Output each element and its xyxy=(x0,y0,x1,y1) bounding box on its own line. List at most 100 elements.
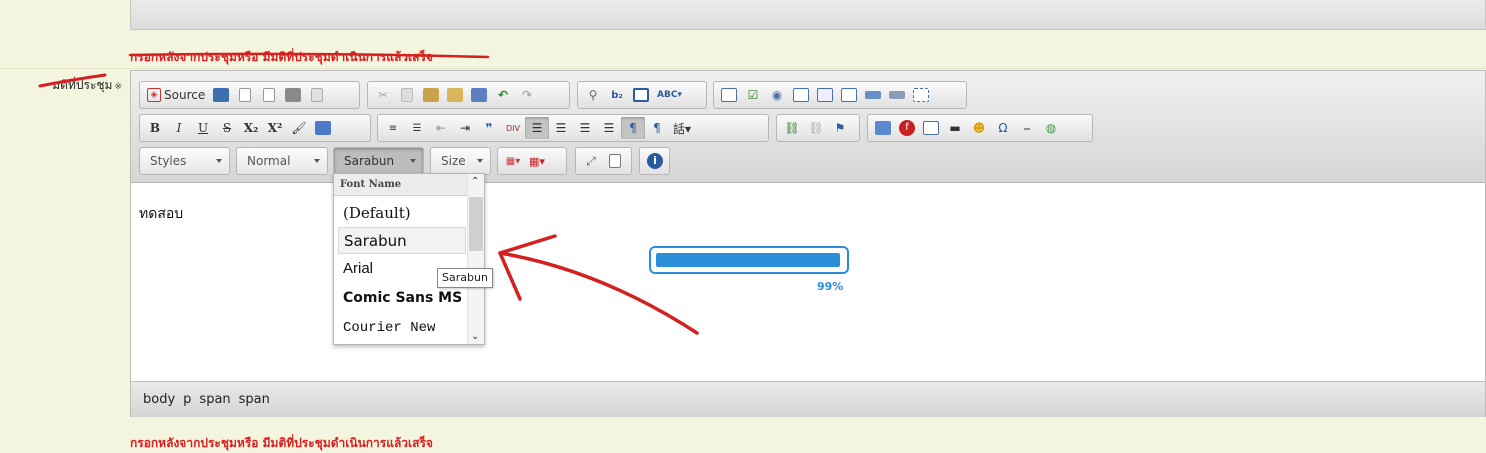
strike-button[interactable]: S xyxy=(215,117,239,139)
format-combo[interactable]: Normal xyxy=(236,147,328,175)
numbered-list-button[interactable]: ≡ xyxy=(381,117,405,139)
table-button[interactable] xyxy=(919,117,943,139)
bulleted-list-icon: ☰ xyxy=(412,122,422,134)
copy-format-button[interactable]: 🖌 xyxy=(287,117,311,139)
print-button[interactable] xyxy=(281,84,305,106)
progress-label: 99% xyxy=(817,280,844,293)
scroll-up-icon[interactable]: ⌃ xyxy=(471,176,479,187)
bg-color-button[interactable]: ▦▾ xyxy=(525,150,549,172)
anchor-button[interactable]: ⚑ xyxy=(828,117,852,139)
font-combo[interactable]: Sarabun xyxy=(333,147,424,175)
toolbar-group-tools: ⤢ xyxy=(575,147,632,175)
show-blocks-button[interactable] xyxy=(603,150,627,172)
copy-button[interactable] xyxy=(395,84,419,106)
align-center-button[interactable]: ☰ xyxy=(549,117,573,139)
about-button[interactable]: i xyxy=(643,150,667,172)
scroll-thumb[interactable] xyxy=(469,197,483,251)
select-all-button[interactable] xyxy=(629,84,653,106)
find-button[interactable]: ⚲ xyxy=(581,84,605,106)
templates-icon xyxy=(311,88,324,102)
smiley-button[interactable]: ☻ xyxy=(967,117,991,139)
element-path-item[interactable]: p xyxy=(183,392,191,407)
preview-button[interactable] xyxy=(257,84,281,106)
source-button[interactable]: ◈ Source xyxy=(143,84,209,106)
form-button-button[interactable] xyxy=(861,84,885,106)
checkbox-button[interactable]: ☑ xyxy=(741,84,765,106)
templates-button[interactable] xyxy=(305,84,329,106)
flash-icon: f xyxy=(899,120,915,136)
horizontal-rule-button[interactable]: ▬ xyxy=(943,117,967,139)
font-option-sarabun[interactable]: Sarabun xyxy=(338,227,466,254)
bulleted-list-button[interactable]: ☰ xyxy=(405,117,429,139)
div-container-button[interactable]: DIV xyxy=(501,117,525,139)
remove-format-button[interactable] xyxy=(311,117,335,139)
outdent-button[interactable]: ⇤ xyxy=(429,117,453,139)
page-break-button[interactable]: ⎯ xyxy=(1015,117,1039,139)
text-color-icon: ▦▾ xyxy=(505,155,521,167)
cut-button[interactable]: ✂ xyxy=(371,84,395,106)
form-button[interactable] xyxy=(717,84,741,106)
font-option-courier-new[interactable]: Courier New xyxy=(338,316,466,343)
select-field-button[interactable] xyxy=(837,84,861,106)
styles-combo[interactable]: Styles xyxy=(139,147,230,175)
radio-button[interactable]: ◉ xyxy=(765,84,789,106)
image-button[interactable] xyxy=(871,117,895,139)
align-center-icon: ☰ xyxy=(555,121,567,135)
textarea-button[interactable] xyxy=(813,84,837,106)
print-icon xyxy=(285,88,302,102)
spellcheck-button[interactable]: ABC▾ xyxy=(653,84,686,106)
maximize-button[interactable]: ⤢ xyxy=(579,150,603,172)
select-field-icon xyxy=(841,88,857,102)
bold-button[interactable]: B xyxy=(143,117,167,139)
hidden-field-button[interactable] xyxy=(909,84,933,106)
scroll-down-icon[interactable]: ⌄ xyxy=(471,331,479,342)
paste-button[interactable] xyxy=(419,84,443,106)
flash-button[interactable]: f xyxy=(895,117,919,139)
indent-button[interactable]: ⇥ xyxy=(453,117,477,139)
superscript-button[interactable]: X² xyxy=(263,117,287,139)
checkbox-icon: ☑ xyxy=(747,88,759,102)
chevron-down-icon xyxy=(477,159,483,163)
replace-button[interactable]: b₂ xyxy=(605,84,629,106)
element-path-item[interactable]: span xyxy=(199,392,230,407)
new-page-button[interactable] xyxy=(233,84,257,106)
align-left-button[interactable]: ☰ xyxy=(525,117,549,139)
iframe-button[interactable]: ◍ xyxy=(1039,117,1063,139)
blockquote-button[interactable]: ❞ xyxy=(477,117,501,139)
size-combo[interactable]: Size xyxy=(430,147,491,175)
image-button-button[interactable] xyxy=(885,84,909,106)
styles-label: Styles xyxy=(150,154,187,168)
ltr-button[interactable]: ¶ xyxy=(621,117,645,139)
element-path-item[interactable]: body xyxy=(143,392,175,407)
redo-button[interactable]: ↷ xyxy=(515,84,539,106)
underline-button[interactable]: U xyxy=(191,117,215,139)
element-path-item[interactable]: span xyxy=(239,392,270,407)
italic-button[interactable]: I xyxy=(167,117,191,139)
language-button[interactable]: 話▾ xyxy=(669,117,695,139)
textfield-button[interactable] xyxy=(789,84,813,106)
undo-button[interactable]: ↶ xyxy=(491,84,515,106)
content-text: ทดสอบ xyxy=(139,206,184,222)
textfield-icon xyxy=(793,88,809,102)
replace-icon: b₂ xyxy=(611,89,623,101)
text-color-button[interactable]: ▦▾ xyxy=(501,150,525,172)
dropdown-scrollbar[interactable]: ⌃ ⌄ xyxy=(467,174,484,344)
chevron-down-icon xyxy=(216,159,222,163)
align-right-button[interactable]: ☰ xyxy=(573,117,597,139)
save-button[interactable] xyxy=(209,84,233,106)
font-option-comic-sans[interactable]: Comic Sans MS xyxy=(338,286,466,313)
justify-button[interactable]: ☰ xyxy=(597,117,621,139)
font-option-default[interactable]: (Default) xyxy=(338,200,466,227)
paintbrush-icon: 🖌 xyxy=(291,121,307,135)
toolbar-group-clipboard: ✂ ↶ ↷ xyxy=(367,81,570,109)
paste-word-button[interactable] xyxy=(467,84,491,106)
rtl-button[interactable]: ¶ xyxy=(645,117,669,139)
preview-icon xyxy=(263,88,276,102)
subscript-button[interactable]: X₂ xyxy=(239,117,263,139)
special-char-button[interactable]: Ω xyxy=(991,117,1015,139)
link-button[interactable]: ⛓ xyxy=(780,117,804,139)
unlink-button[interactable]: ⛓ xyxy=(804,117,828,139)
bg-color-icon: ▦▾ xyxy=(529,154,545,168)
table-icon xyxy=(923,121,939,135)
paste-text-button[interactable] xyxy=(443,84,467,106)
